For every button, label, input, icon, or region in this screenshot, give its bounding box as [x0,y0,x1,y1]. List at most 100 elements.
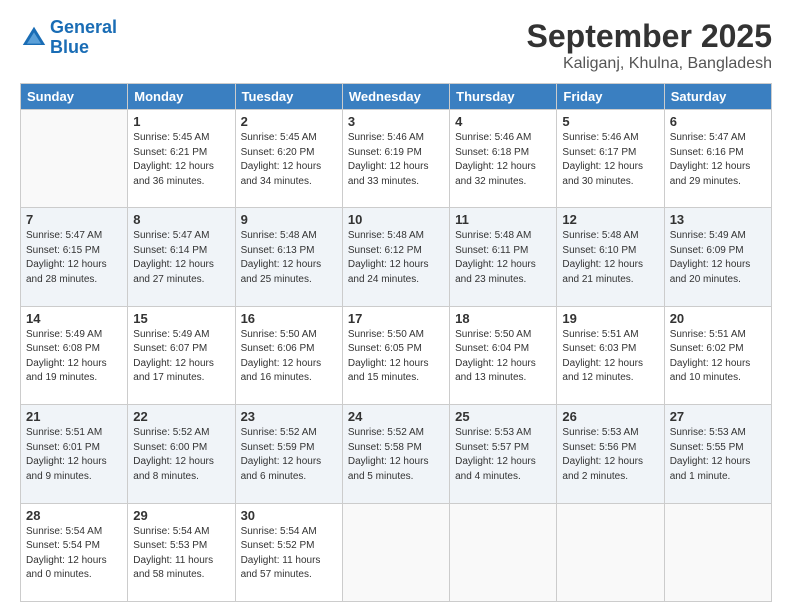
day-info: Sunrise: 5:52 AM Sunset: 5:58 PM Dayligh… [348,426,444,484]
day-cell-26: 26 Sunrise: 5:53 AM Sunset: 5:56 PM Dayli… [557,405,664,503]
day-number: 8 [133,212,229,227]
day-cell-17: 17 Sunrise: 5:50 AM Sunset: 6:05 PM Dayli… [342,306,449,404]
col-header-friday: Friday [557,84,664,110]
day-number: 23 [241,409,337,424]
day-info: Sunrise: 5:49 AM Sunset: 6:09 PM Dayligh… [670,229,766,287]
day-info: Sunrise: 5:50 AM Sunset: 6:06 PM Dayligh… [241,328,337,386]
col-header-saturday: Saturday [664,84,771,110]
day-number: 17 [348,311,444,326]
day-cell-30: 30 Sunrise: 5:54 AM Sunset: 5:52 PM Dayli… [235,503,342,601]
day-number: 19 [562,311,658,326]
day-number: 10 [348,212,444,227]
day-number: 7 [26,212,122,227]
day-cell-1: 1Sunrise: 5:45 AM Sunset: 6:21 PM Daylig… [128,110,235,208]
day-number: 16 [241,311,337,326]
day-cell-24: 24Sunrise: 5:52 AM Sunset: 5:58 PM Dayli… [342,405,449,503]
day-info: Sunrise: 5:46 AM Sunset: 6:18 PM Dayligh… [455,131,551,189]
day-info: Sunrise: 5:53 AM Sunset: 5:55 PM Dayligh… [670,426,766,484]
day-number: 25 [455,409,551,424]
day-info: Sunrise: 5:51 AM Sunset: 6:03 PM Dayligh… [562,328,658,386]
day-cell-20: 20 Sunrise: 5:51 AM Sunset: 6:02 PM Dayli… [664,306,771,404]
day-info: Sunrise: 5:45 AM Sunset: 6:21 PM Dayligh… [133,131,229,189]
day-info: Sunrise: 5:48 AM Sunset: 6:11 PM Dayligh… [455,229,551,287]
day-number: 26 [562,409,658,424]
day-info: Sunrise: 5:50 AM Sunset: 6:04 PM Dayligh… [455,328,551,386]
week-row-4: 21 Sunrise: 5:51 AM Sunset: 6:01 PM Dayli… [21,405,772,503]
day-cell-8: 8 Sunrise: 5:47 AM Sunset: 6:14 PM Daylig… [128,208,235,306]
day-cell-19: 19 Sunrise: 5:51 AM Sunset: 6:03 PM Dayli… [557,306,664,404]
week-row-2: 7 Sunrise: 5:47 AM Sunset: 6:15 PM Daylig… [21,208,772,306]
week-row-5: 28 Sunrise: 5:54 AM Sunset: 5:54 PM Dayli… [21,503,772,601]
col-header-tuesday: Tuesday [235,84,342,110]
day-info: Sunrise: 5:47 AM Sunset: 6:15 PM Dayligh… [26,229,122,287]
empty-cell [557,503,664,601]
day-info: Sunrise: 5:48 AM Sunset: 6:13 PM Dayligh… [241,229,337,287]
day-cell-18: 18Sunrise: 5:50 AM Sunset: 6:04 PM Dayli… [450,306,557,404]
day-cell-27: 27 Sunrise: 5:53 AM Sunset: 5:55 PM Dayli… [664,405,771,503]
day-number: 15 [133,311,229,326]
day-info: Sunrise: 5:46 AM Sunset: 6:17 PM Dayligh… [562,131,658,189]
page: General Blue September 2025 Kaliganj, Kh… [0,0,792,612]
day-number: 29 [133,508,229,523]
day-number: 5 [562,114,658,129]
day-info: Sunrise: 5:52 AM Sunset: 6:00 PM Dayligh… [133,426,229,484]
week-row-3: 14 Sunrise: 5:49 AM Sunset: 6:08 PM Dayli… [21,306,772,404]
day-info: Sunrise: 5:48 AM Sunset: 6:12 PM Dayligh… [348,229,444,287]
logo-line2: Blue [50,37,89,57]
empty-cell [342,503,449,601]
day-cell-28: 28 Sunrise: 5:54 AM Sunset: 5:54 PM Dayli… [21,503,128,601]
day-info: Sunrise: 5:47 AM Sunset: 6:14 PM Dayligh… [133,229,229,287]
day-number: 3 [348,114,444,129]
day-number: 28 [26,508,122,523]
logo: General Blue [20,18,117,58]
header: General Blue September 2025 Kaliganj, Kh… [20,18,772,73]
day-cell-25: 25Sunrise: 5:53 AM Sunset: 5:57 PM Dayli… [450,405,557,503]
logo-text: General Blue [50,18,117,58]
day-number: 13 [670,212,766,227]
day-info: Sunrise: 5:53 AM Sunset: 5:56 PM Dayligh… [562,426,658,484]
day-number: 9 [241,212,337,227]
day-info: Sunrise: 5:51 AM Sunset: 6:01 PM Dayligh… [26,426,122,484]
logo-icon [20,24,48,52]
empty-cell [21,110,128,208]
day-number: 21 [26,409,122,424]
day-number: 14 [26,311,122,326]
day-info: Sunrise: 5:46 AM Sunset: 6:19 PM Dayligh… [348,131,444,189]
day-cell-2: 2Sunrise: 5:45 AM Sunset: 6:20 PM Daylig… [235,110,342,208]
day-info: Sunrise: 5:47 AM Sunset: 6:16 PM Dayligh… [670,131,766,189]
day-cell-16: 16 Sunrise: 5:50 AM Sunset: 6:06 PM Dayli… [235,306,342,404]
day-cell-22: 22Sunrise: 5:52 AM Sunset: 6:00 PM Dayli… [128,405,235,503]
day-cell-7: 7 Sunrise: 5:47 AM Sunset: 6:15 PM Daylig… [21,208,128,306]
day-cell-10: 10 Sunrise: 5:48 AM Sunset: 6:12 PM Dayli… [342,208,449,306]
day-cell-3: 3 Sunrise: 5:46 AM Sunset: 6:19 PM Daylig… [342,110,449,208]
header-row: SundayMondayTuesdayWednesdayThursdayFrid… [21,84,772,110]
col-header-sunday: Sunday [21,84,128,110]
day-cell-13: 13 Sunrise: 5:49 AM Sunset: 6:09 PM Dayli… [664,208,771,306]
day-info: Sunrise: 5:54 AM Sunset: 5:52 PM Dayligh… [241,525,337,583]
day-cell-14: 14 Sunrise: 5:49 AM Sunset: 6:08 PM Dayli… [21,306,128,404]
day-number: 2 [241,114,337,129]
day-info: Sunrise: 5:50 AM Sunset: 6:05 PM Dayligh… [348,328,444,386]
title-block: September 2025 Kaliganj, Khulna, Banglad… [527,18,772,73]
day-cell-21: 21 Sunrise: 5:51 AM Sunset: 6:01 PM Dayli… [21,405,128,503]
calendar-table: SundayMondayTuesdayWednesdayThursdayFrid… [20,83,772,602]
day-cell-9: 9 Sunrise: 5:48 AM Sunset: 6:13 PM Daylig… [235,208,342,306]
day-cell-4: 4Sunrise: 5:46 AM Sunset: 6:18 PM Daylig… [450,110,557,208]
day-info: Sunrise: 5:52 AM Sunset: 5:59 PM Dayligh… [241,426,337,484]
col-header-thursday: Thursday [450,84,557,110]
day-cell-5: 5 Sunrise: 5:46 AM Sunset: 6:17 PM Daylig… [557,110,664,208]
empty-cell [450,503,557,601]
day-info: Sunrise: 5:49 AM Sunset: 6:08 PM Dayligh… [26,328,122,386]
day-number: 27 [670,409,766,424]
day-cell-12: 12Sunrise: 5:48 AM Sunset: 6:10 PM Dayli… [557,208,664,306]
day-cell-23: 23 Sunrise: 5:52 AM Sunset: 5:59 PM Dayli… [235,405,342,503]
day-number: 11 [455,212,551,227]
day-info: Sunrise: 5:51 AM Sunset: 6:02 PM Dayligh… [670,328,766,386]
day-number: 20 [670,311,766,326]
empty-cell [664,503,771,601]
day-cell-11: 11 Sunrise: 5:48 AM Sunset: 6:11 PM Dayli… [450,208,557,306]
week-row-1: 1Sunrise: 5:45 AM Sunset: 6:21 PM Daylig… [21,110,772,208]
day-info: Sunrise: 5:54 AM Sunset: 5:54 PM Dayligh… [26,525,122,583]
col-header-monday: Monday [128,84,235,110]
day-number: 30 [241,508,337,523]
